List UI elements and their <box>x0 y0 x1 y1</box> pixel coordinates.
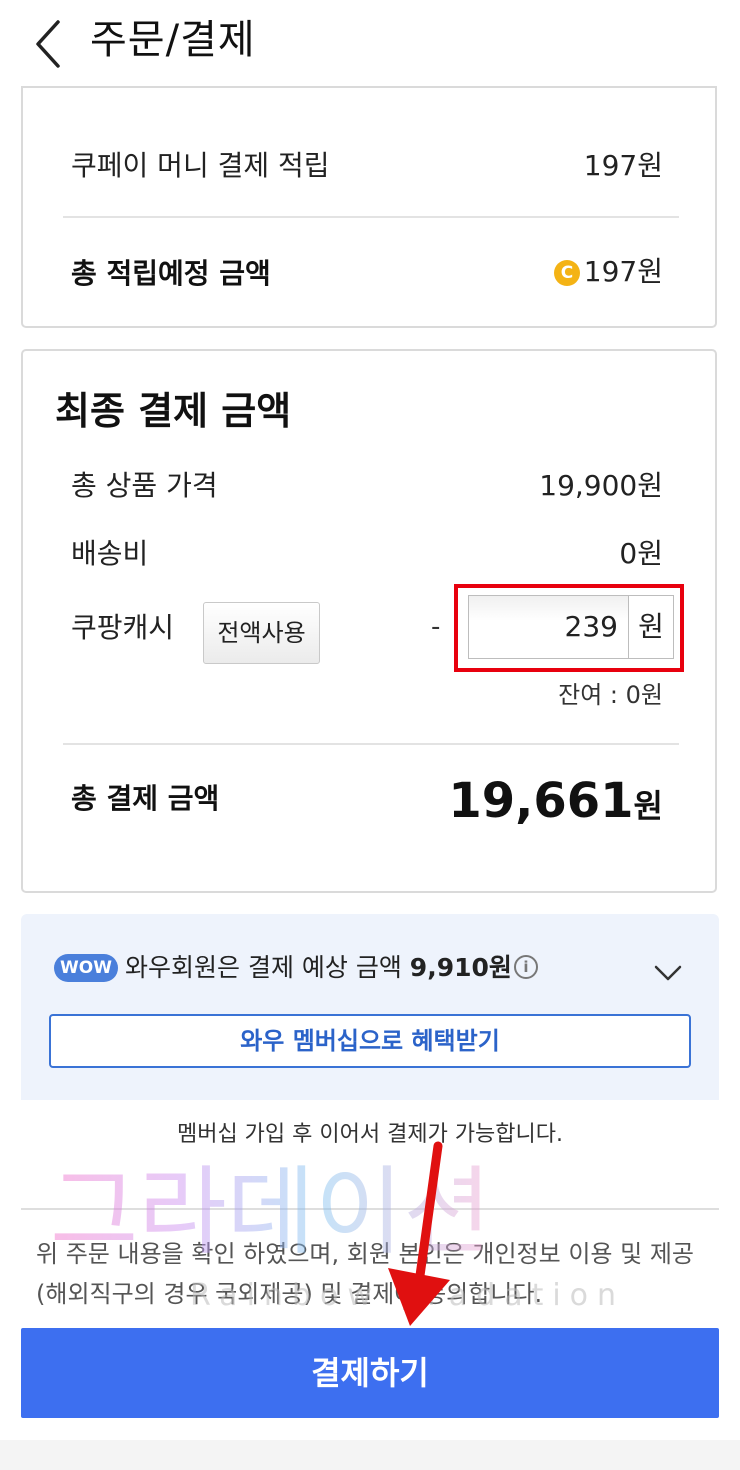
chevron-down-icon[interactable] <box>653 958 683 988</box>
coupang-cash-label: 쿠팡캐시 <box>71 611 175 644</box>
wow-text-amount: 9,910원 <box>409 953 512 982</box>
pay-button[interactable]: 결제하기 <box>21 1328 719 1418</box>
final-payment-title: 최종 결제 금액 <box>55 389 292 433</box>
divider <box>63 743 679 745</box>
cash-balance-text: 잔여 : 0원 <box>558 681 663 709</box>
cash-unit-label: 원 <box>628 595 674 659</box>
coupay-reward-value: 197원 <box>583 149 663 182</box>
coin-icon: C <box>554 260 580 286</box>
total-reward-value: 197원 <box>583 255 663 288</box>
shipping-label: 배송비 <box>71 537 149 570</box>
back-arrow-icon[interactable] <box>30 16 70 72</box>
minus-sign: - <box>431 612 441 642</box>
product-price-label: 총 상품 가격 <box>71 469 218 502</box>
info-icon[interactable]: i <box>514 955 538 979</box>
total-reward-label: 총 적립예정 금액 <box>71 257 271 290</box>
coupay-reward-label: 쿠페이 머니 결제 적립 <box>71 149 330 182</box>
use-all-cash-button[interactable]: 전액사용 <box>203 602 320 664</box>
divider <box>21 1208 719 1210</box>
divider <box>63 216 679 218</box>
wow-membership-button[interactable]: 와우 멤버십으로 혜택받기 <box>49 1014 691 1068</box>
bottom-strip <box>0 1440 740 1470</box>
page-title: 주문/결제 <box>90 17 256 63</box>
wow-price-text: 와우회원은 결제 예상 금액 9,910원 <box>125 950 512 986</box>
total-payment-amount: 19,661원 <box>448 771 663 842</box>
final-payment-card: 최종 결제 금액 총 상품 가격 19,900원 배송비 0원 쿠팡캐시 전액사… <box>21 349 717 893</box>
wow-badge: WOW <box>54 954 118 982</box>
rewards-card: 쿠페이 머니 결제 적립 197원 총 적립예정 금액 C 197원 <box>21 86 717 328</box>
cash-amount-input[interactable]: 239 <box>468 595 628 659</box>
wow-text-prefix: 와우회원은 결제 예상 금액 <box>125 953 410 982</box>
agreement-text: 위 주문 내용을 확인 하였으며, 회원 본인은 개인정보 이용 및 제공(해외… <box>36 1240 694 1308</box>
total-payment-unit: 원 <box>633 787 663 825</box>
cash-input-highlight: 239 원 <box>454 584 684 672</box>
header: 주문/결제 <box>0 0 740 88</box>
product-price-value: 19,900원 <box>539 469 663 502</box>
membership-notice: 멤버십 가입 후 이어서 결제가 가능합니다. <box>176 1122 564 1147</box>
wow-membership-section: WOW 와우회원은 결제 예상 금액 9,910원 i 와우 멤버십으로 혜택받… <box>21 914 719 1100</box>
shipping-value: 0원 <box>619 537 663 570</box>
total-payment-number: 19,661 <box>448 773 634 829</box>
total-payment-label: 총 결제 금액 <box>71 782 220 815</box>
